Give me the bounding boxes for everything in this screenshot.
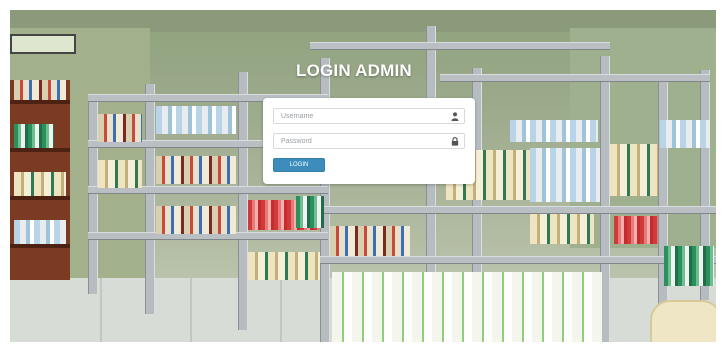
low-shelf-books [332,272,602,342]
book-row [156,206,236,234]
book-row [330,226,410,256]
login-form: LOGIN [263,98,475,184]
book-row [296,196,324,228]
password-input[interactable] [274,134,449,148]
rack-beam [310,42,610,50]
book-row [248,252,320,280]
book-row [98,114,142,142]
book-row [510,120,598,142]
password-field-wrapper [273,133,465,149]
book-row [660,120,710,148]
rack-beam [440,74,710,82]
floor-tile-line [100,278,102,342]
floor-tile-line [280,278,282,342]
rack-post [145,84,155,314]
lock-icon [451,137,459,146]
book-row [614,216,658,244]
book-row [610,144,658,196]
book-row [664,246,714,286]
book-row [98,160,142,188]
book-row [156,156,236,184]
rack-post [88,94,98,294]
floor-tile-line [190,278,192,342]
login-button[interactable]: LOGIN [273,158,325,172]
page-title: LOGIN ADMIN [296,61,412,80]
book-row [530,214,594,244]
rack-beam [320,256,716,264]
rack-post [238,72,248,330]
chair [650,300,716,342]
rack-beam [320,206,716,214]
ceiling-light [10,34,76,54]
rack-post [658,80,668,330]
book-row [156,106,236,134]
username-field-wrapper [273,108,465,124]
book-row [530,148,600,202]
wooden-bookshelf [10,80,70,280]
username-input[interactable] [274,109,449,123]
user-icon [451,112,459,121]
